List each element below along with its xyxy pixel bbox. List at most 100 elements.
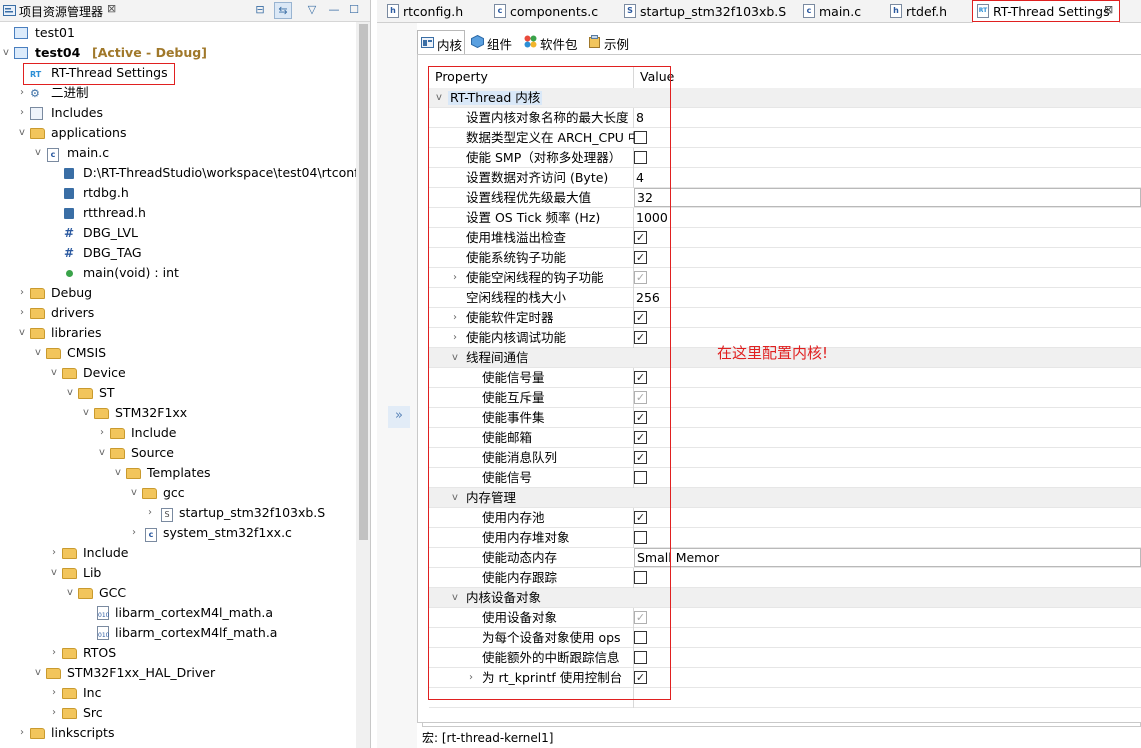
tab-main-c[interactable]: c main.c: [799, 0, 879, 23]
tree-item-dbg-tag[interactable]: # DBG_TAG: [0, 243, 356, 263]
kernel-icon: [421, 37, 434, 48]
tree-item-label: main(void) : int: [83, 265, 179, 280]
explorer-scrollbar[interactable]: [356, 22, 370, 748]
chevron-down-icon[interactable]: v: [97, 446, 107, 460]
tree-item-gcc-upper[interactable]: v GCC: [0, 583, 356, 603]
chevron-down-icon[interactable]: v: [65, 386, 75, 400]
tree-item-label: Source: [131, 445, 174, 460]
tab-label: 软件包: [540, 37, 578, 52]
highlight-box: [972, 0, 1120, 22]
chevron-down-icon[interactable]: v: [17, 326, 27, 340]
tree-item-lib[interactable]: v Lib: [0, 563, 356, 583]
tab-rtconfig-h[interactable]: h rtconfig.h: [383, 0, 483, 23]
tree-item-test04[interactable]: v test04 [Active - Debug]: [0, 43, 356, 63]
tab-startup-s[interactable]: S startup_stm32f103xb.S: [620, 0, 790, 23]
tree-item-includes[interactable]: › Includes: [0, 103, 356, 123]
tree-item-main-function[interactable]: main(void) : int: [0, 263, 356, 283]
chevron-down-icon[interactable]: v: [129, 486, 139, 500]
tree-item-drivers[interactable]: › drivers: [0, 303, 356, 323]
link-with-editor-icon[interactable]: ⇆: [274, 2, 292, 19]
chevron-down-icon[interactable]: v: [33, 146, 43, 160]
c-file-icon: c: [803, 4, 815, 18]
header-file-icon: h: [890, 4, 902, 18]
chevron-down-icon[interactable]: v: [49, 566, 59, 580]
tree-item-include-rtthread[interactable]: rtthread.h: [0, 203, 356, 223]
chevron-right-icon[interactable]: ›: [17, 106, 27, 120]
chevron-down-icon[interactable]: v: [33, 346, 43, 360]
tab-packages[interactable]: 软件包: [521, 30, 583, 54]
tree-item-gcc-lower[interactable]: v gcc: [0, 483, 356, 503]
tree-item-cmsis[interactable]: v CMSIS: [0, 343, 356, 363]
tree-item-include-sub[interactable]: › Include: [0, 423, 356, 443]
close-icon[interactable]: ⊠: [107, 2, 116, 15]
chevron-down-icon[interactable]: v: [49, 366, 59, 380]
chevron-right-icon[interactable]: ›: [49, 646, 59, 660]
tree-item-main-c[interactable]: v c main.c: [0, 143, 356, 163]
folder-icon: [30, 728, 45, 739]
tree-item-rtos[interactable]: › RTOS: [0, 643, 356, 663]
tree-item-system-c[interactable]: › c system_stm32f1xx.c: [0, 523, 356, 543]
memory-type-select[interactable]: Small Memor: [634, 548, 1141, 567]
tree-item-stm32f1xx[interactable]: v STM32F1xx: [0, 403, 356, 423]
tree-item-libraries[interactable]: v libraries: [0, 323, 356, 343]
chevron-down-icon[interactable]: v: [81, 406, 91, 420]
tree-item-st[interactable]: v ST: [0, 383, 356, 403]
tree-item-include-rtdbg[interactable]: rtdbg.h: [0, 183, 356, 203]
tree-item-libarm-m4lf[interactable]: 010 libarm_cortexM4lf_math.a: [0, 623, 356, 643]
chevron-down-icon[interactable]: v: [17, 126, 27, 140]
tree-item-test01[interactable]: test01: [0, 23, 356, 43]
tree-item-label: drivers: [51, 305, 95, 320]
chevron-right-icon[interactable]: ›: [17, 286, 27, 300]
chevron-down-icon[interactable]: v: [1, 46, 11, 60]
tree-item-binaries[interactable]: › ⚙ 二进制: [0, 83, 356, 103]
view-menu-icon[interactable]: ▽: [303, 2, 321, 19]
tab-components-c[interactable]: c components.c: [490, 0, 610, 23]
chevron-right-icon[interactable]: ›: [49, 706, 59, 720]
c-file-icon: c: [145, 528, 157, 542]
scrollbar-thumb[interactable]: [359, 24, 368, 540]
minimize-icon[interactable]: —: [325, 2, 343, 19]
tree-item-debug[interactable]: › Debug: [0, 283, 356, 303]
maximize-icon[interactable]: ☐: [345, 2, 363, 19]
tab-rtdef-h[interactable]: h rtdef.h: [886, 0, 966, 23]
tab-examples[interactable]: 示例: [585, 30, 635, 54]
tab-kernel[interactable]: 内核: [417, 30, 465, 54]
archive-file-icon: 010: [97, 626, 109, 640]
include-icon: [64, 208, 74, 219]
chevron-down-icon[interactable]: v: [65, 586, 75, 600]
expand-panel-button[interactable]: »: [388, 406, 410, 428]
folder-icon: [62, 548, 77, 559]
tree-item-src[interactable]: › Src: [0, 703, 356, 723]
tree-item-hal-driver[interactable]: v STM32F1xx_HAL_Driver: [0, 663, 356, 683]
chevron-right-icon[interactable]: ›: [49, 546, 59, 560]
tab-components[interactable]: 组件: [468, 30, 518, 54]
tab-label: 组件: [487, 37, 513, 52]
chevron-right-icon[interactable]: ›: [17, 86, 27, 100]
tree-item-label: Inc: [83, 685, 102, 700]
tree-item-include-rtconfig[interactable]: D:\RT-ThreadStudio\workspace\test04\rtco…: [0, 163, 356, 183]
chevron-right-icon[interactable]: ›: [129, 526, 139, 540]
tree-item-startup-s[interactable]: › S startup_stm32f103xb.S: [0, 503, 356, 523]
tree-item-dbg-lvl[interactable]: # DBG_LVL: [0, 223, 356, 243]
chevron-down-icon[interactable]: v: [113, 466, 123, 480]
property-value-field[interactable]: 32: [634, 188, 1141, 207]
chevron-right-icon[interactable]: ›: [17, 306, 27, 320]
tree-item-libarm-m4l[interactable]: 010 libarm_cortexM4l_math.a: [0, 603, 356, 623]
tree-item-inc[interactable]: › Inc: [0, 683, 356, 703]
chevron-right-icon[interactable]: ›: [17, 726, 27, 740]
tree-item-device[interactable]: v Device: [0, 363, 356, 383]
tree-item-label: RTOS: [83, 645, 117, 660]
chevron-right-icon[interactable]: ›: [97, 426, 107, 440]
chevron-right-icon[interactable]: ›: [49, 686, 59, 700]
settings-tab-bar: 内核 组件 软件包 示例: [417, 30, 1141, 54]
chevron-right-icon[interactable]: ›: [145, 506, 155, 520]
chevron-down-icon[interactable]: v: [33, 666, 43, 680]
tree-item-templates[interactable]: v Templates: [0, 463, 356, 483]
folder-icon: [46, 348, 61, 359]
tree-item-include-cmsis[interactable]: › Include: [0, 543, 356, 563]
tree-item-source[interactable]: v Source: [0, 443, 356, 463]
tree-item-applications[interactable]: v applications: [0, 123, 356, 143]
tree-item-linkscripts[interactable]: › linkscripts: [0, 723, 356, 743]
collapse-all-icon[interactable]: ⊟: [251, 2, 269, 19]
folder-icon: [30, 328, 45, 339]
